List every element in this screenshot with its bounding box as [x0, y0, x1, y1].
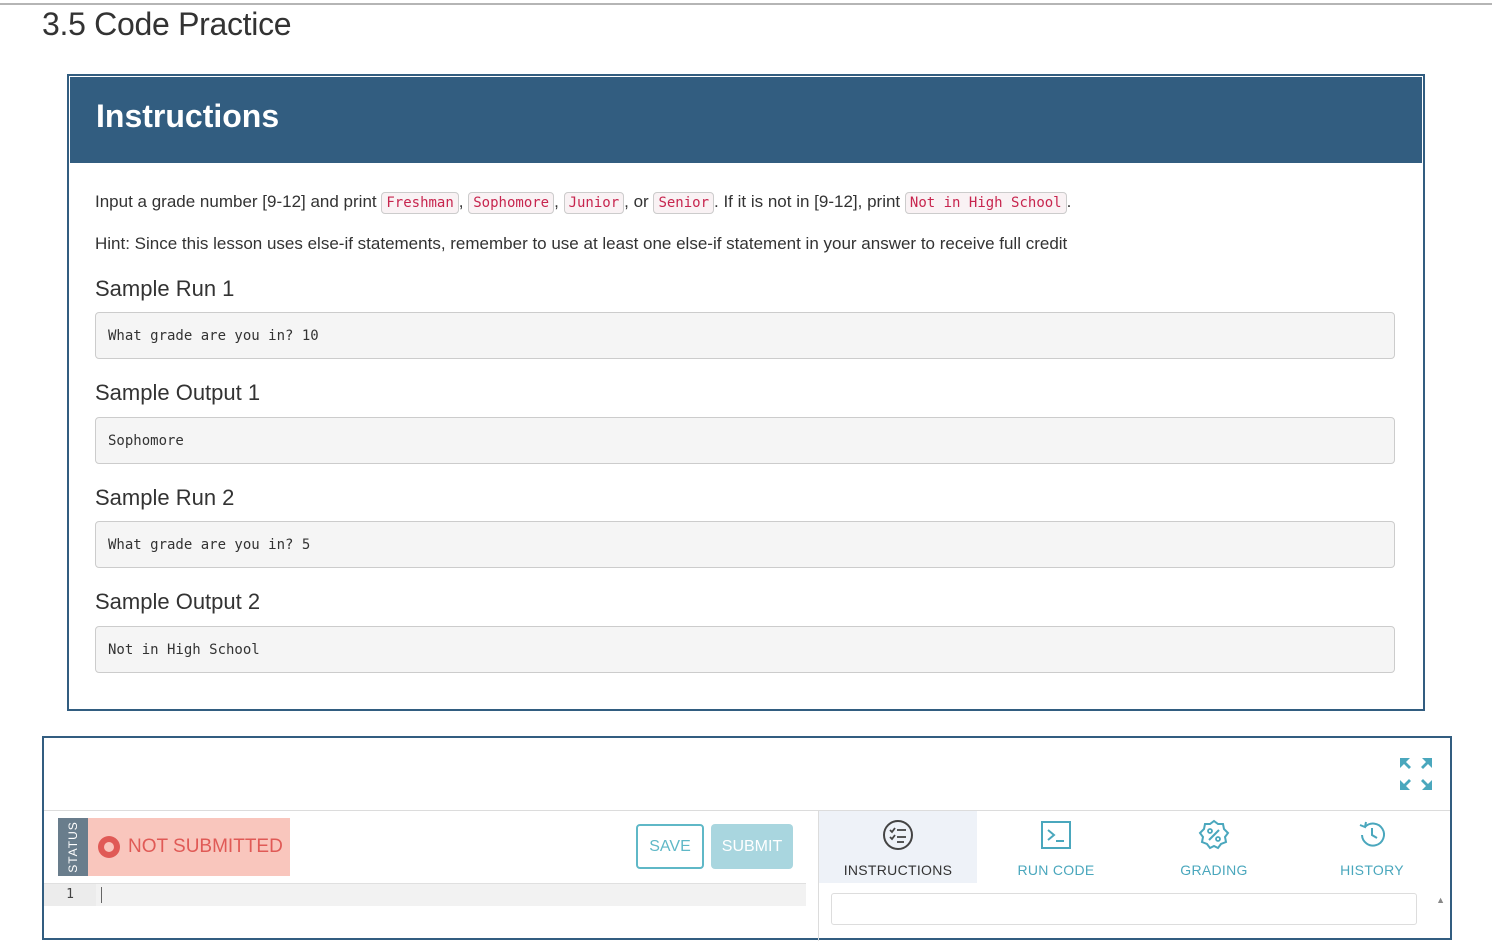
tab-instructions-label: INSTRUCTIONS [843, 862, 953, 878]
history-icon [1359, 821, 1385, 847]
code-editor-panel: STATUS NOT SUBMITTED SAVE SUBMIT 1 INSTR… [42, 736, 1452, 941]
terminal-icon [1041, 821, 1071, 849]
instructions-icon [883, 820, 913, 850]
editor-pane: STATUS NOT SUBMITTED SAVE SUBMIT 1 [44, 811, 806, 941]
tab-grading-label: GRADING [1180, 862, 1248, 878]
code-senior: Senior [653, 192, 715, 214]
instr-text-4: , or [624, 192, 654, 211]
instructions-content-area [831, 893, 1417, 925]
top-divider [0, 3, 1492, 5]
sample-output-1-heading: Sample Output 1 [95, 380, 261, 405]
instr-text-2: , [458, 192, 469, 211]
status-tag: STATUS [58, 818, 88, 876]
status-circle-icon [98, 836, 120, 858]
line-number: 1 [44, 884, 96, 906]
save-button[interactable]: SAVE [636, 824, 704, 869]
text-cursor [101, 887, 102, 903]
hint-text: Hint: Since this lesson uses else-if sta… [95, 234, 1068, 253]
instr-text-1: Input a grade number [9-12] and print [95, 192, 382, 211]
scroll-up-arrow-icon[interactable]: ▲ [1436, 895, 1445, 905]
page-title: 3.5 Code Practice [42, 6, 292, 42]
status-badge: NOT SUBMITTED [88, 818, 290, 876]
sample-run-2-heading: Sample Run 2 [95, 485, 235, 510]
tab-instructions[interactable]: INSTRUCTIONS [819, 811, 977, 883]
sample-run-2-code: What grade are you in? 5 [95, 521, 1395, 568]
expand-icon[interactable] [1398, 756, 1434, 792]
code-junior: Junior [563, 192, 625, 214]
code-editor-line[interactable]: 1 [44, 883, 806, 906]
code-sophomore: Sophomore [468, 192, 555, 214]
side-tabs-pane: INSTRUCTIONS RUN CODE GRADING HISTORY ▲ [818, 811, 1451, 941]
tab-run-code[interactable]: RUN CODE [977, 811, 1135, 883]
status-indicator: STATUS NOT SUBMITTED [58, 818, 290, 876]
sample-output-1-code: Sophomore [95, 417, 1395, 464]
grading-badge-icon [1198, 819, 1230, 850]
sample-output-2-heading: Sample Output 2 [95, 589, 261, 614]
instructions-header: Instructions [70, 77, 1422, 163]
tab-run-code-label: RUN CODE [1017, 862, 1095, 878]
instr-text-5: . If it is not in [9-12], print [714, 192, 905, 211]
instr-text-3: , [554, 192, 564, 211]
instr-text-6: . [1066, 192, 1072, 211]
ide-toolbar [44, 738, 1450, 811]
status-label: STATUS [66, 821, 80, 873]
code-freshman: Freshman [381, 192, 459, 214]
instructions-text: Input a grade number [9-12] and print Fr… [95, 192, 1072, 214]
instructions-panel: Instructions Input a grade number [9-12]… [67, 74, 1425, 711]
tab-grading[interactable]: GRADING [1135, 811, 1293, 883]
sample-output-2-code: Not in High School [95, 626, 1395, 673]
instructions-title: Instructions [96, 98, 280, 134]
tab-history[interactable]: HISTORY [1293, 811, 1451, 883]
sample-run-1-heading: Sample Run 1 [95, 276, 235, 301]
status-text: NOT SUBMITTED [128, 836, 283, 857]
submit-button[interactable]: SUBMIT [711, 824, 793, 869]
code-not-in-high-school: Not in High School [904, 192, 1067, 214]
tab-history-label: HISTORY [1340, 862, 1404, 878]
sample-run-1-code: What grade are you in? 10 [95, 312, 1395, 359]
